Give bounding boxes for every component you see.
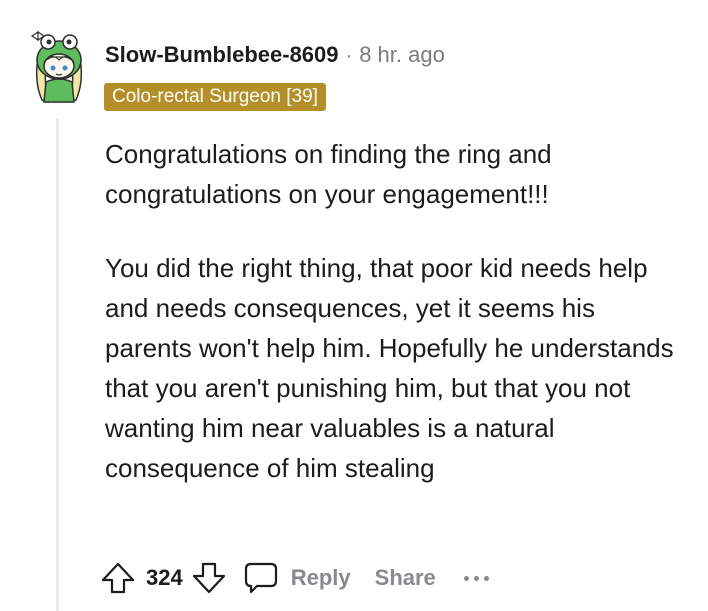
comment-action-bar: 324 Reply Share <box>100 556 489 600</box>
comment-body: Congratulations on finding the ring and … <box>105 134 675 488</box>
meta-separator: · <box>345 45 353 67</box>
user-flair-badge: Colo-rectal Surgeon [39] <box>104 83 326 111</box>
comment-timestamp[interactable]: 8 hr. ago <box>359 42 445 68</box>
arrow-up-outline-icon <box>101 562 135 594</box>
reply-label: Reply <box>290 565 351 590</box>
ellipsis-icon <box>463 575 469 581</box>
ellipsis-dot <box>483 575 489 581</box>
ellipsis-dot <box>473 575 479 581</box>
upvote-button[interactable] <box>100 560 136 596</box>
vote-count: 324 <box>146 565 183 590</box>
speech-bubble-icon <box>244 562 277 594</box>
comment-header: Slow-Bumblebee-8609 · 8 hr. ago <box>105 42 445 68</box>
user-avatar[interactable] <box>28 30 90 106</box>
arrow-down-outline-icon <box>192 562 225 594</box>
username-link[interactable]: Slow-Bumblebee-8609 <box>105 42 339 68</box>
comment-paragraph: You did the right thing, that poor kid n… <box>105 253 674 483</box>
more-options-button[interactable] <box>463 573 489 583</box>
reply-button[interactable]: Reply <box>243 561 351 595</box>
comment-paragraph: Congratulations on finding the ring and … <box>105 139 552 209</box>
downvote-button[interactable] <box>191 560 227 596</box>
snoo-avatar-icon <box>30 30 83 104</box>
thread-line[interactable] <box>56 118 59 611</box>
share-button[interactable]: Share <box>375 565 436 591</box>
